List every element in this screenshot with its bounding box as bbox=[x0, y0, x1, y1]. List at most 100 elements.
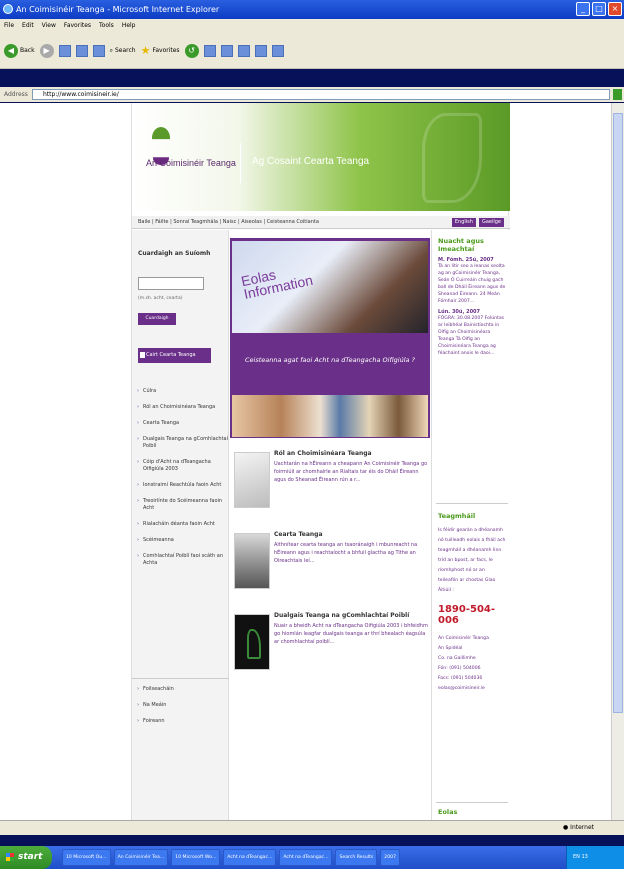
search-icon: ⌕ bbox=[109, 46, 113, 54]
site-tagline: Ag Cosaint Cearta Teanga bbox=[252, 156, 370, 167]
task-button[interactable]: Acht na dTeangac... bbox=[223, 849, 277, 866]
address-line: An Coimisinéir Teanga bbox=[438, 636, 489, 641]
task-button[interactable]: 10 Microsoft Ou... bbox=[62, 849, 111, 866]
org-name[interactable]: An Coimisinéir Teanga bbox=[146, 158, 236, 168]
menu-bar: File Edit View Favorites Tools Help bbox=[0, 19, 624, 33]
article-thumbnail bbox=[234, 533, 270, 589]
right-sidebar: Nuacht agus Imeachtaí M. Fómh. 25ú, 2007… bbox=[431, 230, 510, 820]
left-nav-item[interactable]: Ról an Choimisinéara Teanga bbox=[132, 404, 229, 411]
top-nav-links[interactable]: Baile | Fáilte | Sonraí Teagmhála | Nais… bbox=[138, 219, 319, 225]
article-summary[interactable]: Aithnítear cearta teanga an tsaoránaigh … bbox=[274, 541, 428, 565]
article-summary[interactable]: Uachtarán na hÉireann a cheapann An Coim… bbox=[274, 460, 428, 484]
left-nav-secondary: Foilseacháin Na Meáin Foireann bbox=[132, 678, 229, 734]
left-nav-item[interactable]: Scéimeanna bbox=[132, 537, 229, 544]
article-item[interactable]: Cearta Teanga Aithnítear cearta teanga a… bbox=[232, 531, 428, 612]
article-summary[interactable]: Nuair a bheidh Acht na dTeangacha Oifigi… bbox=[274, 622, 428, 646]
left-nav-item[interactable]: Na Meáin bbox=[132, 702, 229, 709]
task-button[interactable]: 10 Microsoft Wo... bbox=[171, 849, 221, 866]
zone-label: Internet bbox=[570, 824, 594, 831]
forward-button[interactable]: ▶ bbox=[39, 43, 54, 58]
minimize-button[interactable]: _ bbox=[576, 2, 590, 16]
menu-favorites[interactable]: Favorites bbox=[64, 19, 91, 33]
edit-icon[interactable] bbox=[237, 44, 250, 57]
address-line: Co. na Gaillimhe bbox=[438, 656, 476, 661]
back-arrow-icon: ◀ bbox=[4, 43, 18, 58]
task-button[interactable]: An Coimisinéir Tea... bbox=[113, 849, 169, 866]
language-switcher: English Gaeilge bbox=[451, 218, 504, 227]
left-nav-item[interactable]: Foireann bbox=[132, 718, 229, 725]
email-link[interactable]: eolas@coimisineir.ie bbox=[438, 684, 506, 694]
banner-divider bbox=[240, 143, 241, 183]
menu-tools[interactable]: Tools bbox=[99, 19, 114, 33]
vertical-scrollbar[interactable] bbox=[611, 103, 624, 820]
english-button[interactable]: English bbox=[451, 218, 476, 227]
left-nav: Cúlra Ról an Choimisinéara Teanga Cearta… bbox=[132, 388, 229, 576]
task-button[interactable]: 2007 bbox=[380, 849, 400, 866]
scrollbar-thumb[interactable] bbox=[613, 113, 623, 713]
news-text[interactable]: Tá an litir seo a leanas seolta ag an gC… bbox=[438, 263, 506, 305]
close-button[interactable]: × bbox=[608, 2, 622, 16]
folder-icon[interactable] bbox=[254, 44, 267, 57]
address-label: Address bbox=[4, 91, 28, 98]
menu-edit[interactable]: Edit bbox=[22, 19, 34, 33]
article-item[interactable]: Ról an Choimisinéara Teanga Uachtarán na… bbox=[232, 450, 428, 531]
left-nav-item[interactable]: Treoirlínte do Scéimeanna faoin Acht bbox=[132, 498, 229, 512]
mail-icon[interactable] bbox=[203, 44, 216, 57]
refresh-icon[interactable] bbox=[75, 44, 88, 57]
home-icon[interactable] bbox=[92, 44, 105, 57]
harp-thumbnail bbox=[234, 614, 270, 670]
site-search-button[interactable]: Cuardaigh bbox=[138, 313, 176, 325]
hero-banner[interactable]: Eolas Information Ceisteanna agat faoi Ac… bbox=[230, 238, 430, 438]
left-nav-item[interactable]: Comhlachtaí Poiblí faoi scáth an Achta bbox=[132, 553, 229, 567]
article-item[interactable]: Dualgais Teanga na gComhlachtaí Poiblí N… bbox=[232, 612, 428, 693]
stop-icon[interactable] bbox=[58, 44, 71, 57]
left-nav-item[interactable]: Cearta Teanga bbox=[132, 420, 229, 427]
site-banner: An Coimisinéir Teanga Ag Cosaint Cearta … bbox=[132, 103, 510, 211]
menu-help[interactable]: Help bbox=[122, 19, 136, 33]
print-icon[interactable] bbox=[220, 44, 233, 57]
left-nav-item[interactable]: Rialacháin déanta faoin Acht bbox=[132, 521, 229, 528]
search-button[interactable]: ⌕ Search bbox=[110, 47, 136, 55]
back-button[interactable]: ◀ Back bbox=[4, 43, 35, 58]
search-title: Cuardaigh an Suíomh bbox=[138, 250, 211, 257]
charter-label: Cairt Cearta Teanga bbox=[146, 352, 196, 358]
task-button[interactable]: Acht na dTeangac... bbox=[279, 849, 333, 866]
contact-section: Teagmháil Is féidir gearán a dhéanamh nó… bbox=[438, 512, 506, 694]
article-title[interactable]: Dualgais Teanga na gComhlachtaí Poiblí bbox=[274, 612, 428, 619]
task-buttons: 10 Microsoft Ou... An Coimisinéir Tea...… bbox=[62, 849, 400, 866]
news-text[interactable]: FÓGRA: 30.08.2007 Folúntas ar leibhéal B… bbox=[438, 315, 506, 357]
address-line: An Spidéal bbox=[438, 646, 463, 651]
messenger-icon[interactable] bbox=[271, 44, 284, 57]
zone-indicator: ● Internet bbox=[563, 824, 594, 831]
article-title[interactable]: Ról an Choimisinéara Teanga bbox=[274, 450, 428, 457]
site-search-input[interactable] bbox=[138, 277, 204, 290]
charter-button[interactable]: Cairt Cearta Teanga bbox=[138, 348, 211, 363]
hero-photo-strip bbox=[232, 395, 428, 437]
favorites-button[interactable]: ★ Favorites bbox=[141, 44, 180, 57]
hero-question: Ceisteanna agat faoi Acht na dTeangacha … bbox=[244, 356, 416, 364]
status-bar: ● Internet bbox=[0, 820, 624, 835]
left-nav-item[interactable]: Ionstraimí Reachtúla faoin Acht bbox=[132, 482, 229, 489]
gaeilge-button[interactable]: Gaeilge bbox=[478, 218, 504, 227]
start-button[interactable]: start bbox=[0, 846, 52, 869]
menu-view[interactable]: View bbox=[42, 19, 56, 33]
top-nav: Baile | Fáilte | Sonraí Teagmhála | Nais… bbox=[132, 216, 510, 229]
search-hint: (m.sh. acht, cearta) bbox=[138, 296, 183, 301]
task-button[interactable]: Search Results bbox=[335, 849, 378, 866]
article-list: Ról an Choimisinéara Teanga Uachtarán na… bbox=[232, 450, 428, 693]
system-tray[interactable]: EN 13 bbox=[566, 846, 624, 869]
left-nav-item[interactable]: Cúlra bbox=[132, 388, 229, 395]
star-icon: ★ bbox=[140, 44, 151, 57]
article-title[interactable]: Cearta Teanga bbox=[274, 531, 428, 538]
left-nav-item[interactable]: Cóip d'Acht na dTeangacha Oifigiúla 2003 bbox=[132, 459, 229, 473]
contact-text: Is féidir gearán a dhéanamh nó tuilleadh… bbox=[438, 528, 506, 593]
left-nav-item[interactable]: Foilseacháin bbox=[132, 686, 229, 693]
left-nav-item[interactable]: Dualgais Teanga na gComhlachtaí Poiblí bbox=[132, 436, 229, 450]
menu-file[interactable]: File bbox=[4, 19, 14, 33]
address-input[interactable]: http://www.coimisineir.ie/ bbox=[32, 89, 610, 100]
maximize-button[interactable]: □ bbox=[592, 2, 606, 16]
history-icon[interactable]: ↺ bbox=[184, 43, 199, 58]
window-title-bar[interactable]: An Coimisinéir Teanga - Microsoft Intern… bbox=[0, 0, 624, 19]
go-button[interactable] bbox=[613, 89, 622, 100]
eolas-section: Eolas bbox=[438, 808, 506, 816]
